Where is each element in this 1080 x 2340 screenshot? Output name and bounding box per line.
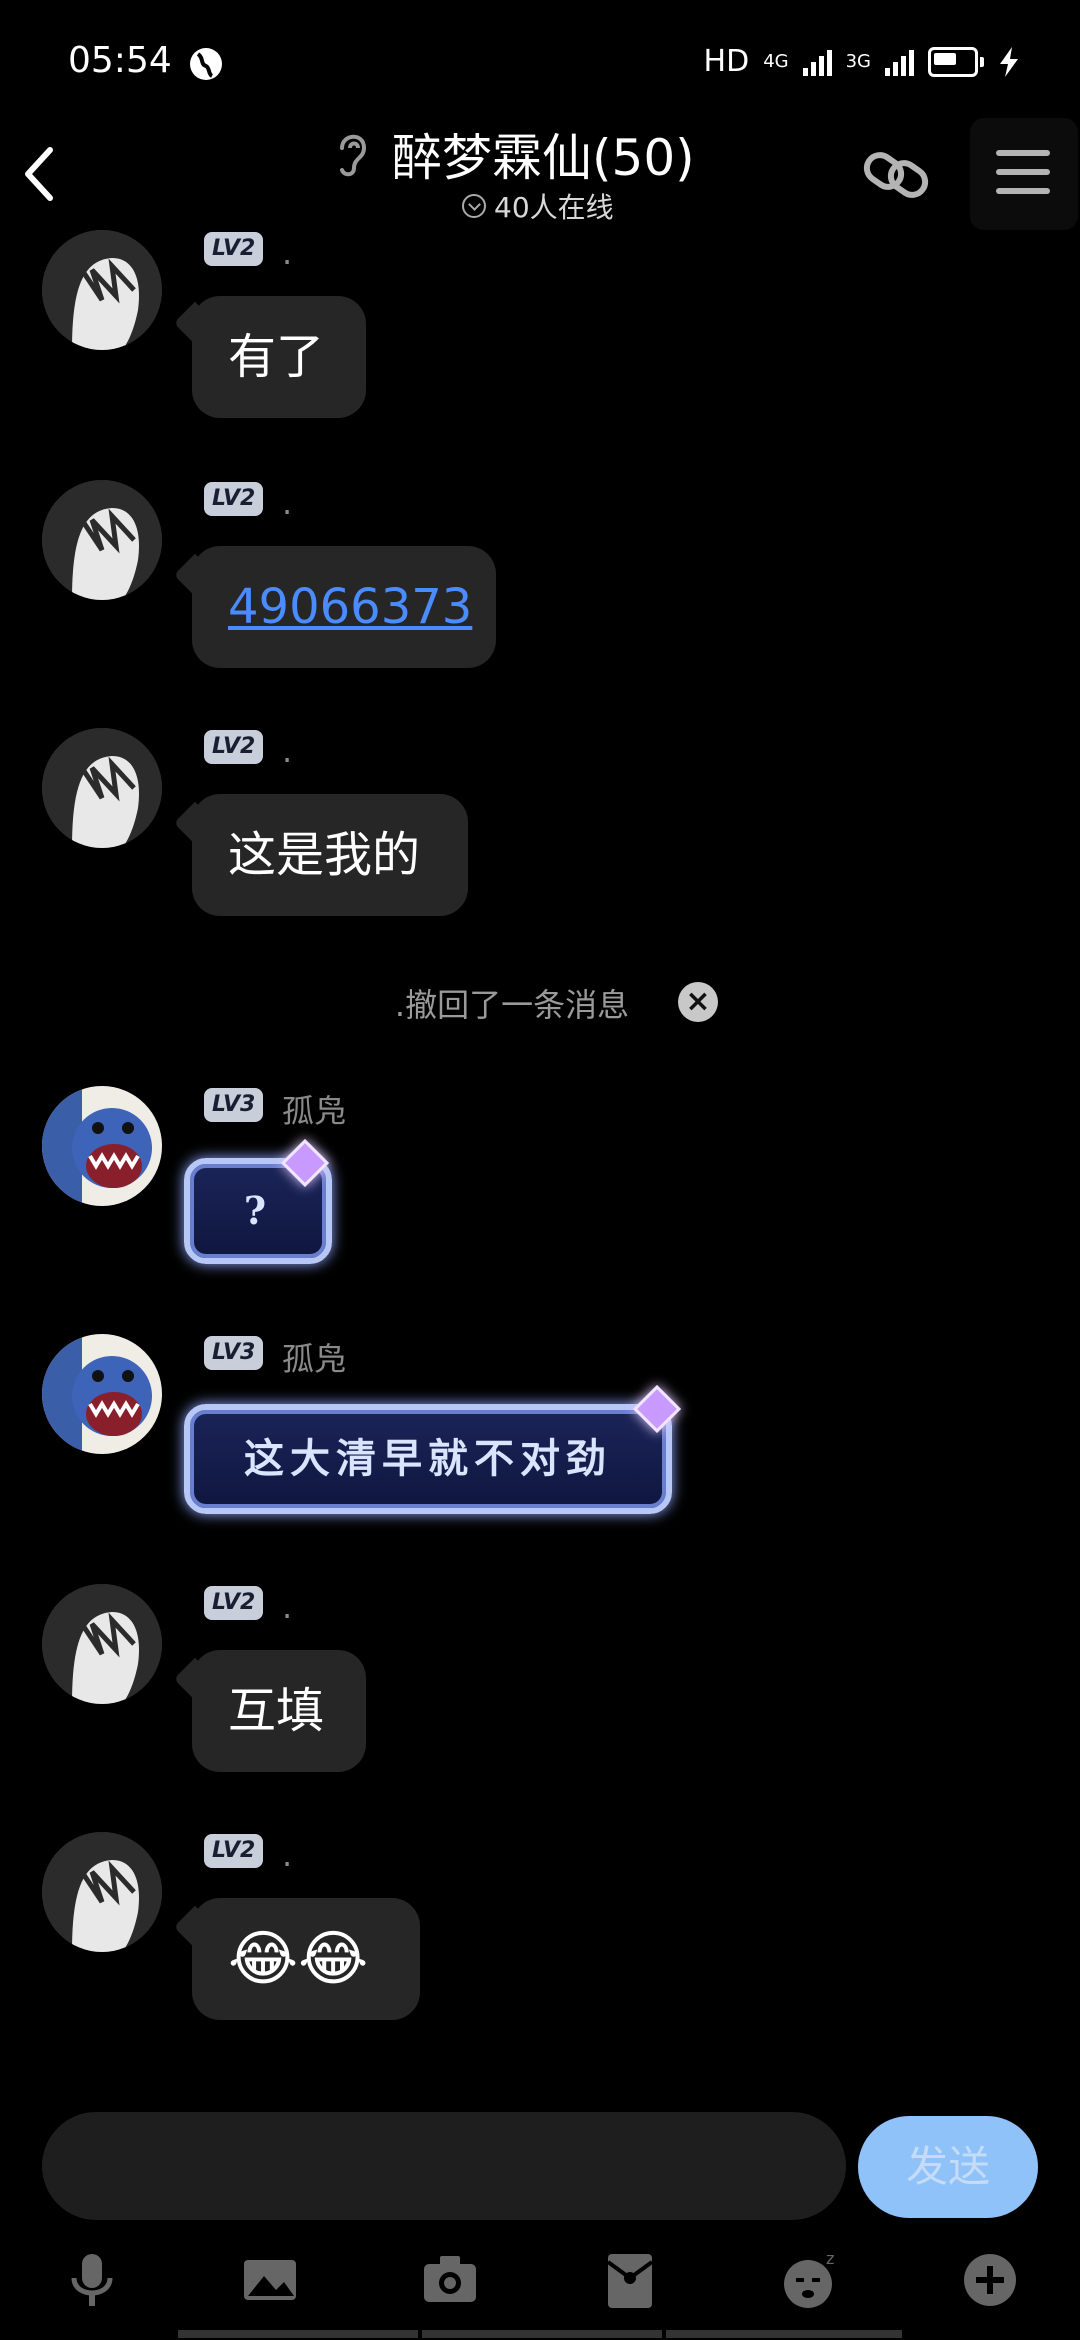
signal-icon-2 [885,48,914,76]
send-button[interactable]: 发送 [858,2116,1038,2218]
level-badge: LV3 [204,1088,264,1122]
message-bubble[interactable]: 这是我的 [192,794,468,916]
ear-icon[interactable] [330,128,374,180]
online-count: 40人在线 [494,191,614,224]
sticker-icon[interactable]: z [778,2248,842,2312]
sticker-message[interactable]: 这大清早就不对劲 [184,1404,672,1514]
globe-icon [190,48,222,80]
svg-text:z: z [826,2249,834,2268]
close-icon[interactable]: × [678,982,718,1022]
chevron-down-icon [462,194,486,218]
online-status[interactable]: 40人在线 [462,186,614,226]
sender-name[interactable]: . [282,484,292,522]
link-icon[interactable] [860,140,932,210]
status-time: 05:54 [68,40,172,81]
avatar[interactable] [42,230,162,350]
number-link[interactable]: 49066373 [228,579,472,635]
keyboard-handle [178,2330,418,2338]
network-4g-label: 4G [763,51,789,72]
avatar[interactable] [42,1334,162,1454]
message-input[interactable] [42,2112,846,2220]
sender-name[interactable]: . [282,1836,292,1874]
message-bubble[interactable]: 49066373 [192,546,496,668]
message-bubble[interactable]: 有了 [192,296,366,418]
keyboard-handle [666,2330,902,2338]
avatar[interactable] [42,480,162,600]
sender-name[interactable]: . [282,234,292,272]
recall-notice: .撤回了一条消息 [394,986,630,1024]
sender-name[interactable]: 孤凫 [282,1086,346,1132]
avatar[interactable] [42,728,162,848]
sender-name[interactable]: 孤凫 [282,1334,346,1380]
level-badge: LV2 [204,730,264,764]
menu-icon [996,150,1050,194]
battery-icon [928,46,978,77]
avatar[interactable] [42,1832,162,1952]
level-badge: LV2 [204,482,264,516]
group-title: 醉梦霖仙(50) [392,129,695,187]
signal-icon [802,48,832,76]
message-bubble[interactable]: 😂😂 [192,1898,420,2020]
plus-icon[interactable] [958,2248,1022,2312]
hd-indicator: HD [703,44,750,79]
level-badge: LV2 [204,232,264,266]
avatar[interactable] [42,1584,162,1704]
level-badge: LV2 [204,1586,264,1620]
red-packet-icon[interactable] [598,2248,662,2312]
message-bubble[interactable]: 互填 [192,1650,366,1772]
keyboard-handle [422,2330,662,2338]
charging-icon [1000,46,1018,77]
level-badge: LV3 [204,1336,264,1370]
level-badge: LV2 [204,1834,264,1868]
avatar[interactable] [42,1086,162,1206]
sender-name[interactable]: . [282,732,292,770]
battery-tip [980,56,984,67]
network-3g-label: 3G [845,51,871,72]
microphone-icon[interactable] [60,2248,124,2312]
sender-name[interactable]: . [282,1588,292,1626]
back-button[interactable] [18,144,58,204]
status-indicators: HD 4G 3G [704,44,1020,79]
camera-icon[interactable] [418,2248,482,2312]
image-icon[interactable] [238,2248,302,2312]
